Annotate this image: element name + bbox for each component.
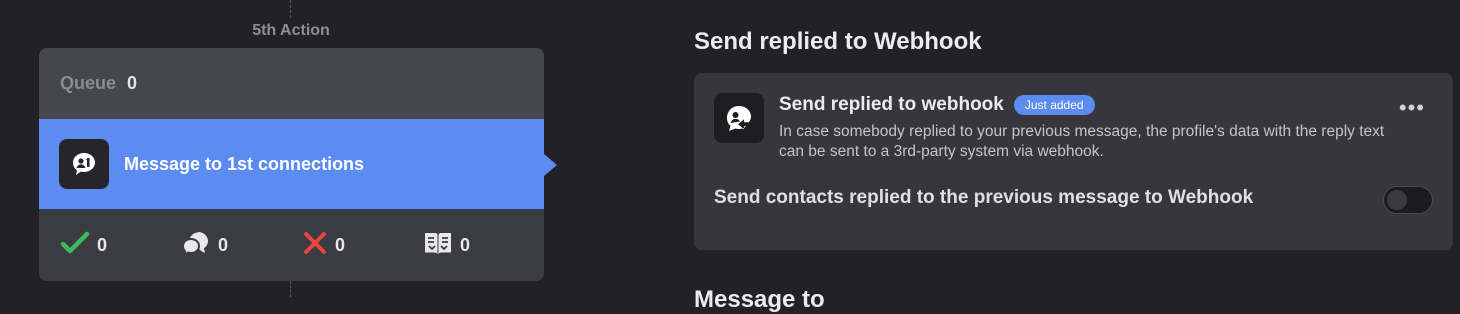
stat-accepted: 0 — [60, 231, 181, 260]
stat-skipped: 0 — [423, 230, 544, 261]
webhook-description: In case somebody replied to your previou… — [779, 123, 1385, 160]
webhook-card: Send replied to webhook Just added In ca… — [694, 73, 1453, 250]
webhook-title: Send replied to webhook — [779, 94, 1004, 115]
queue-label: Queue — [60, 73, 117, 93]
stat-skipped-count: 0 — [460, 235, 471, 255]
stat-failed-count: 0 — [335, 235, 346, 255]
chat-bubbles-icon — [181, 230, 211, 261]
stat-replied: 0 — [181, 230, 302, 261]
more-dots-icon: ••• — [1398, 95, 1425, 120]
webhook-title-row: Send replied to webhook Just added — [779, 94, 1095, 116]
more-options-button[interactable]: ••• — [1399, 97, 1425, 119]
cross-icon — [302, 231, 328, 260]
action-card: Queue 0 Message to 1st connections 0 0 0… — [39, 48, 557, 281]
action-step-label: 5th Action — [252, 22, 330, 39]
stat-accepted-count: 0 — [97, 235, 108, 255]
message-action-title: Message to 1st connections — [124, 153, 365, 174]
message-bubble-icon — [59, 139, 109, 189]
skip-book-icon — [423, 230, 453, 261]
connector-line-top — [290, 0, 291, 18]
checkmark-icon — [60, 231, 90, 260]
message-action-node[interactable]: Message to 1st connections — [39, 119, 557, 210]
connector-line-bottom — [290, 281, 291, 297]
webhook-toggle[interactable] — [1383, 186, 1433, 214]
section-title: Send replied to Webhook — [694, 28, 982, 55]
toggle-knob — [1387, 190, 1407, 210]
queue-count: 0 — [127, 73, 138, 93]
webhook-toggle-label: Send contacts replied to the previous me… — [714, 187, 1254, 208]
queue-row: Queue 0 — [39, 48, 544, 119]
webhook-reply-icon — [714, 93, 764, 143]
stats-row: 0 0 0 0 — [39, 210, 544, 281]
next-section-title: Message to — [694, 286, 825, 313]
stat-failed: 0 — [302, 231, 423, 260]
just-added-badge: Just added — [1013, 95, 1095, 115]
stat-replied-count: 0 — [218, 235, 229, 255]
